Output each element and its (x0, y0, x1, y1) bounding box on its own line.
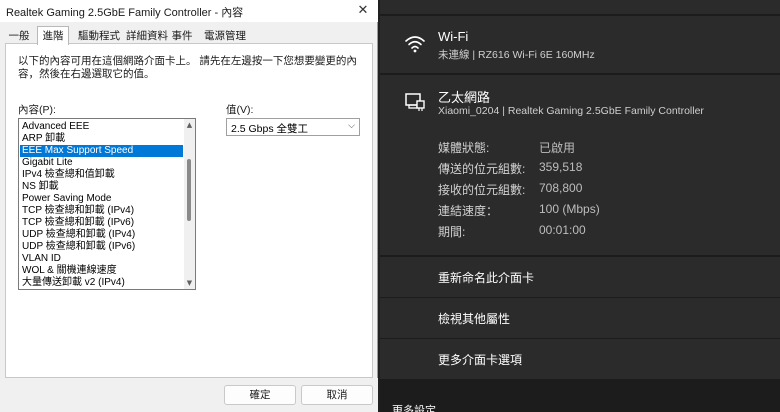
view-more-properties-button[interactable]: 檢視其他屬性 (380, 298, 780, 338)
stat-value: 708,800 (539, 181, 583, 195)
scroll-thumb[interactable] (187, 159, 191, 221)
listbox-scrollbar[interactable]: ▲ ▼ (184, 119, 195, 289)
ethernet-title: 乙太網路 (438, 90, 491, 105)
stat-label: 期間: (438, 225, 466, 239)
tab-advanced[interactable]: 進階 (37, 26, 69, 45)
wifi-icon (405, 36, 425, 53)
ethernet-adapter-card: 乙太網路 Xiaomi_0204 | Realtek Gaming 2.5GbE… (380, 75, 780, 255)
chevron-down-icon: ⌵ (348, 121, 355, 131)
close-icon[interactable]: ✕ (354, 2, 372, 20)
property-item[interactable]: WOL & 關機連線速度 (20, 265, 183, 277)
action-label: 更多介面卡選項 (438, 353, 523, 367)
ethernet-icon (405, 93, 425, 111)
property-item[interactable]: UDP 檢查總和卸載 (IPv6) (20, 241, 183, 253)
property-item-selected[interactable]: EEE Max Support Speed (20, 145, 183, 157)
stat-bytes-sent: 傳送的位元組數: 359,518 (438, 160, 758, 180)
tab-details[interactable]: 詳細資料 (125, 28, 169, 44)
stat-label: 連結速度： (438, 204, 499, 218)
description-line: 容，然後在右邊選取它的值。 (18, 68, 155, 80)
more-adapter-options-button[interactable]: 更多介面卡選項 (380, 339, 780, 379)
tab-strip: 一般 進階 驅動程式 詳細資料 事件 電源管理 (0, 26, 378, 45)
property-item[interactable]: UDP 檢查總和卸載 (IPv4) (20, 229, 183, 241)
stat-value: 00:01:00 (539, 223, 586, 237)
action-label: 重新命名此介面卡 (438, 271, 535, 285)
tab-driver[interactable]: 驅動程式 (75, 28, 123, 44)
property-item[interactable]: 大量傳送卸載 v2 (IPv4) (20, 277, 183, 289)
property-item[interactable]: Power Saving Mode (20, 193, 183, 205)
tab-power-management[interactable]: 電源管理 (203, 28, 247, 44)
property-item[interactable]: NS 卸載 (20, 181, 183, 193)
dialog-titlebar: Realtek Gaming 2.5GbE Family Controller … (0, 0, 378, 22)
scroll-down-icon[interactable]: ▼ (186, 279, 193, 287)
adapter-properties-dialog: Realtek Gaming 2.5GbE Family Controller … (0, 0, 378, 412)
panel-top-strip (380, 0, 780, 14)
rename-adapter-button[interactable]: 重新命名此介面卡 (380, 257, 780, 297)
property-item[interactable]: TCP 檢查總和卸載 (IPv6) (20, 217, 183, 229)
ok-button[interactable]: 確定 (224, 385, 296, 405)
property-item[interactable]: IPv4 檢查總和值卸載 (20, 169, 183, 181)
stat-value: 100 (Mbps) (539, 202, 600, 216)
more-settings-heading: 更多設定 (392, 405, 436, 412)
wifi-subtitle: 未連線 | RZ616 Wi-Fi 6E 160MHz (438, 49, 595, 61)
stat-bytes-received: 接收的位元組數: 708,800 (438, 181, 758, 201)
stat-label: 接收的位元組數: (438, 183, 526, 197)
property-item[interactable]: TCP 檢查總和卸載 (IPv4) (20, 205, 183, 217)
stat-value: 已啟用 (539, 141, 576, 155)
description-line: 以下的內容可用在這個網路介面卡上。 請先在左邊按一下您想要變更的內 (18, 55, 357, 67)
stat-duration: 期間: 00:01:00 (438, 223, 758, 243)
action-label: 檢視其他屬性 (438, 312, 511, 326)
scroll-up-icon[interactable]: ▲ (186, 121, 193, 129)
value-dropdown[interactable]: 2.5 Gbps 全雙工 ⌵ (226, 118, 360, 136)
stat-label: 媒體狀態: (438, 141, 490, 155)
property-item[interactable]: ARP 卸載 (20, 133, 183, 145)
tab-general[interactable]: 一般 (6, 28, 32, 44)
advanced-description: 以下的內容可用在這個網路介面卡上。 請先在左邊按一下您想要變更的內 容，然後在右… (18, 55, 368, 81)
tab-events[interactable]: 事件 (170, 28, 194, 44)
stat-link-speed: 連結速度： 100 (Mbps) (438, 202, 758, 222)
value-label: 值(V): (226, 104, 254, 116)
value-selected: 2.5 Gbps 全雙工 (231, 123, 309, 135)
wifi-title: Wi-Fi (438, 29, 469, 44)
property-item[interactable]: VLAN ID (20, 253, 183, 265)
property-listbox[interactable]: Advanced EEE ARP 卸載 EEE Max Support Spee… (18, 118, 196, 290)
property-label: 內容(P): (18, 104, 56, 116)
stat-media-state: 媒體狀態: 已啟用 (438, 139, 758, 159)
network-settings-panel: Wi-Fi 未連線 | RZ616 Wi-Fi 6E 160MHz 乙太網路 X… (380, 0, 780, 412)
property-item[interactable]: Gigabit Lite (20, 157, 183, 169)
property-item[interactable]: Advanced EEE (20, 121, 183, 133)
stat-label: 傳送的位元組數: (438, 162, 526, 176)
ethernet-subtitle: Xiaomi_0204 | Realtek Gaming 2.5GbE Fami… (438, 105, 704, 117)
dialog-title: Realtek Gaming 2.5GbE Family Controller … (6, 7, 244, 19)
stat-value: 359,518 (539, 160, 583, 174)
wifi-adapter-card[interactable]: Wi-Fi 未連線 | RZ616 Wi-Fi 6E 160MHz (380, 16, 780, 73)
cancel-button[interactable]: 取消 (301, 385, 373, 405)
